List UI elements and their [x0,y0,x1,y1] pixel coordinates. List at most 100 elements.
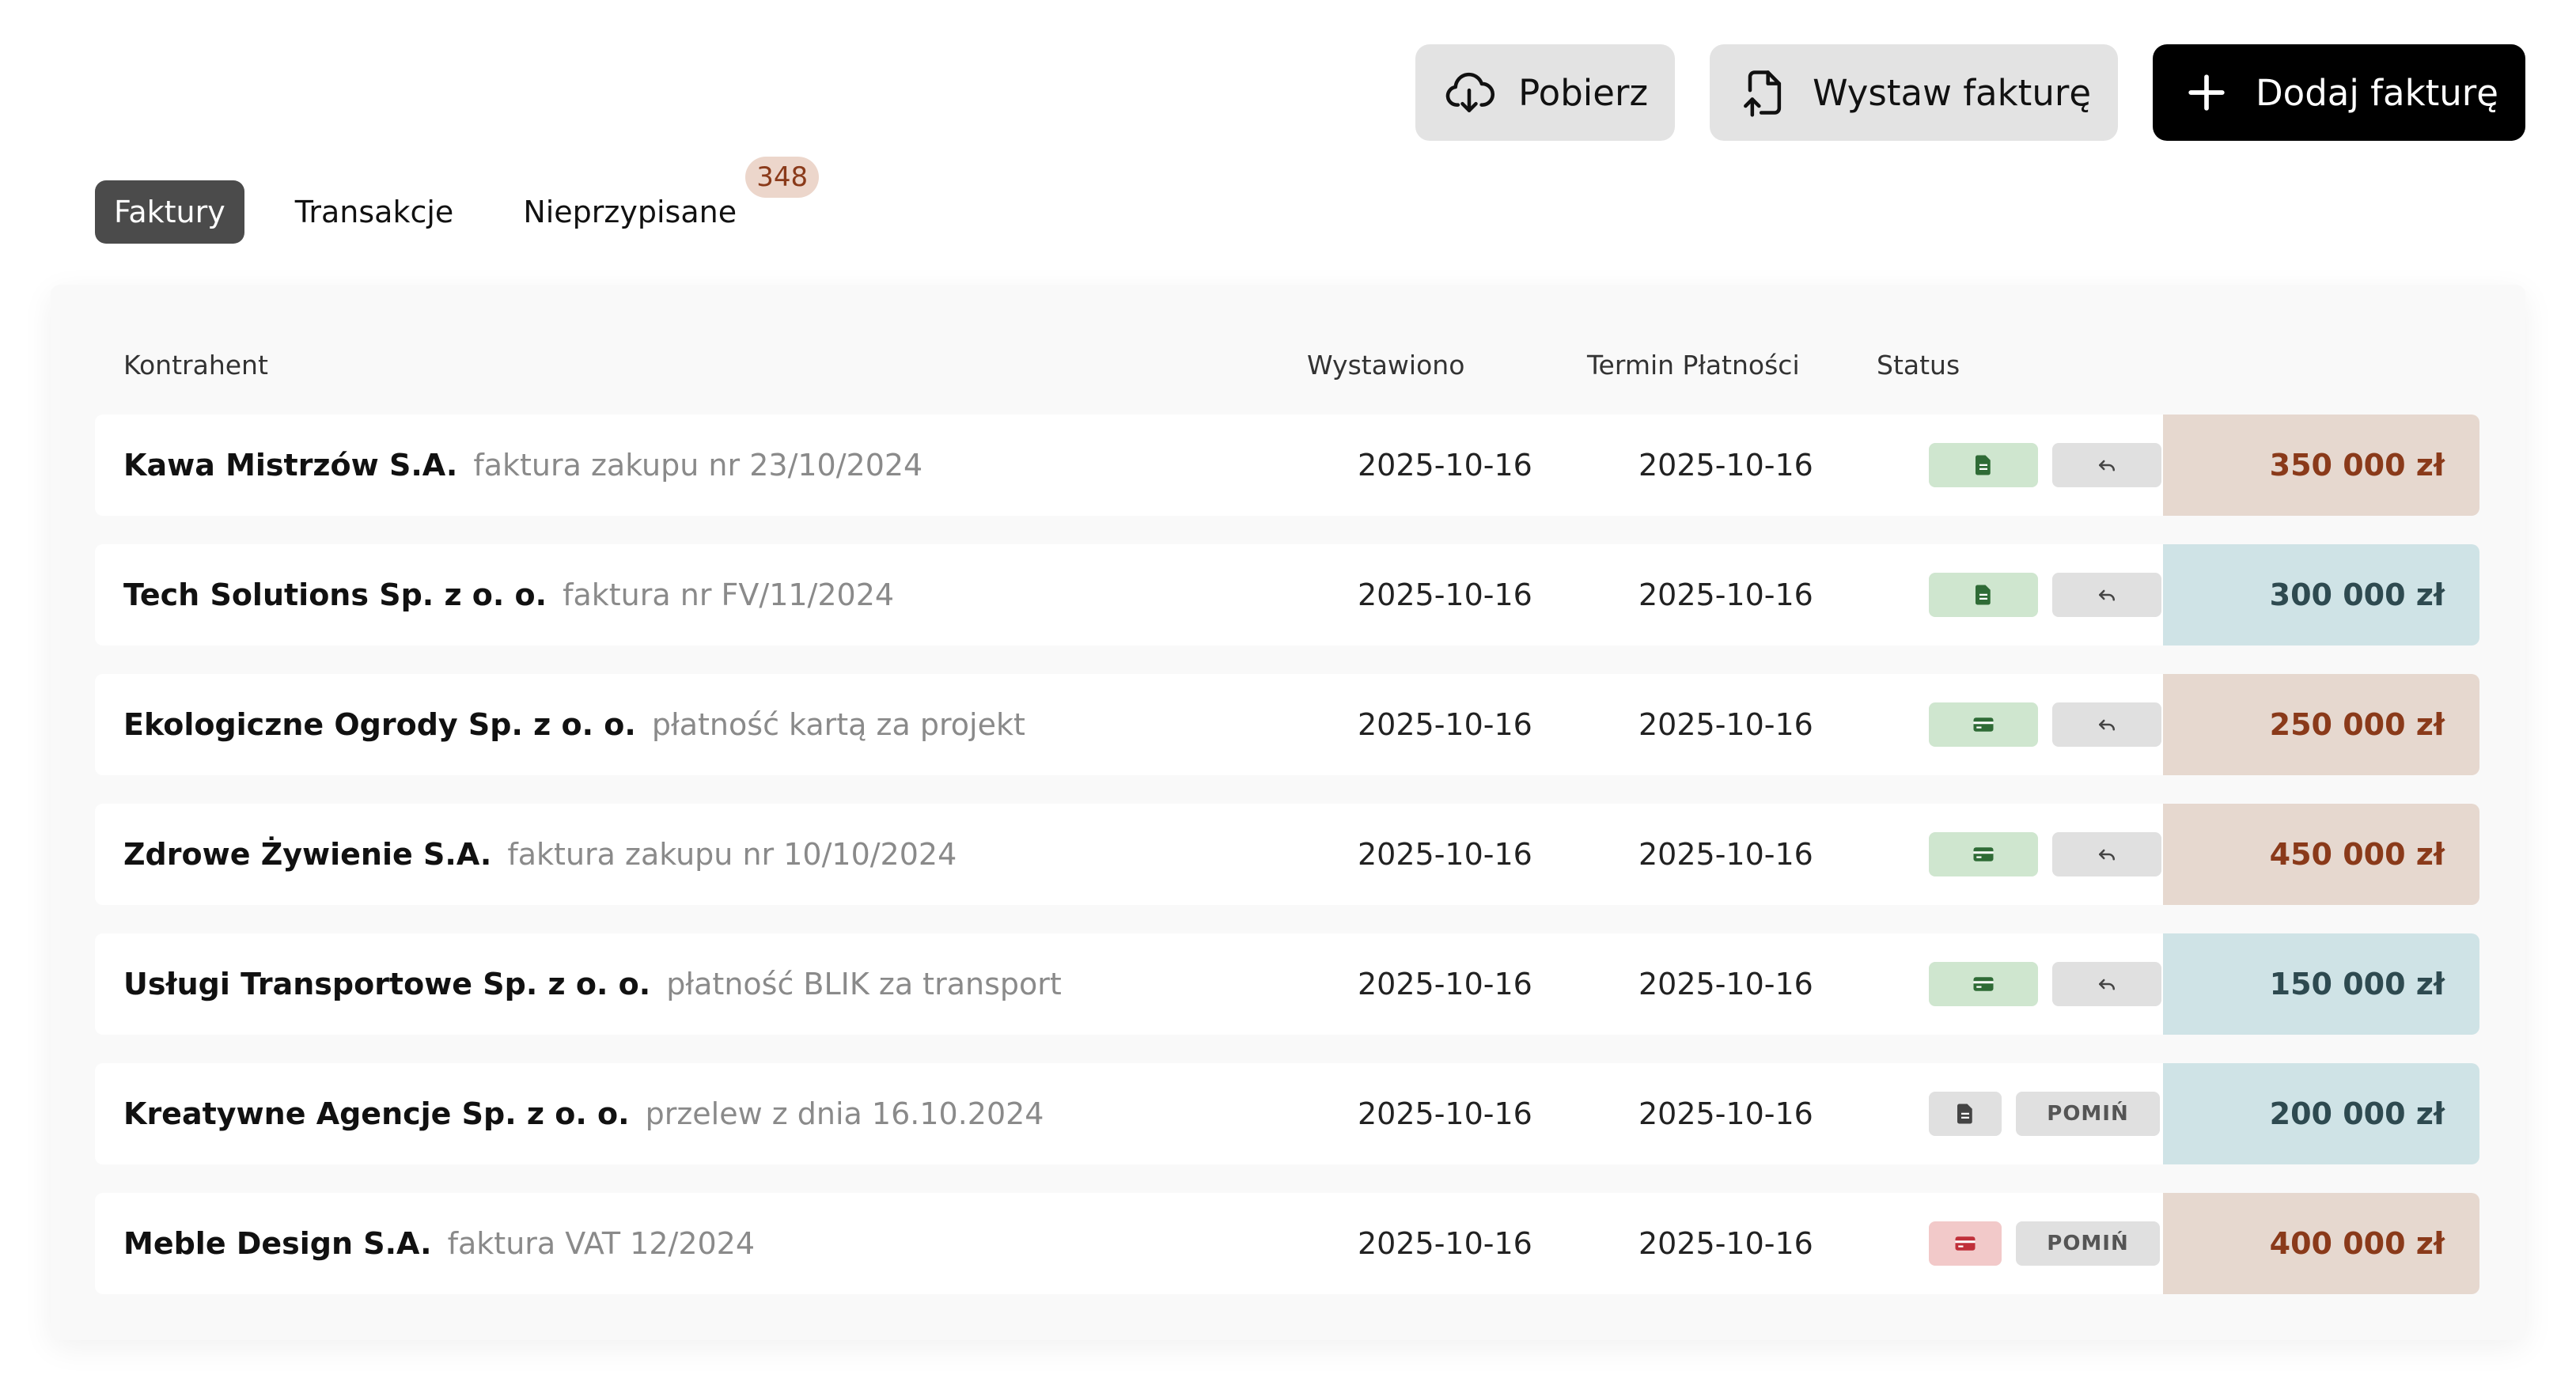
tab-invoices[interactable]: Faktury [95,180,244,244]
header-due: Termin Płatności [1587,350,1800,380]
undo-button[interactable] [2052,962,2161,1006]
undo-icon [2095,583,2119,607]
issued-date: 2025-10-16 [1358,577,1532,612]
document-icon [1953,1102,1977,1126]
amount-cell: 250 000 zł [2163,674,2479,775]
undo-button[interactable] [2052,702,2161,747]
status-badge[interactable] [1929,962,2038,1006]
invoice-description: przelew z dnia 16.10.2024 [645,1096,1044,1131]
status-cell [1929,415,2161,516]
download-label: Pobierz [1518,71,1649,114]
table-row[interactable]: Usługi Transportowe Sp. z o. o. płatność … [95,933,2479,1035]
table-row[interactable]: Ekologiczne Ogrody Sp. z o. o. płatność k… [95,674,2479,775]
due-date: 2025-10-16 [1638,1096,1813,1131]
undo-icon [2095,713,2119,736]
toolbar: Pobierz Wystaw fakturę Dodaj fakturę [1415,44,2525,141]
skip-button[interactable]: POMIŃ [2016,1221,2160,1266]
due-date: 2025-10-16 [1638,448,1813,483]
amount-cell: 200 000 zł [2163,1063,2479,1164]
header-contractor: Kontrahent [123,350,268,380]
undo-button[interactable] [2052,832,2161,876]
status-cell [1929,933,2161,1035]
add-invoice-label: Dodaj fakturę [2256,71,2498,114]
contractor-cell: Tech Solutions Sp. z o. o. faktura nr FV/… [123,544,894,645]
contractor-cell: Zdrowe Żywienie S.A. faktura zakupu nr 10… [123,804,957,905]
contractor-cell: Meble Design S.A. faktura VAT 12/2024 [123,1193,755,1294]
invoice-description: faktura VAT 12/2024 [447,1226,756,1261]
contractor-cell: Kawa Mistrzów S.A. faktura zakupu nr 23/1… [123,415,922,516]
issue-invoice-label: Wystaw fakturę [1813,71,2092,114]
contractor-name: Zdrowe Żywienie S.A. [123,837,492,872]
amount-cell: 150 000 zł [2163,933,2479,1035]
table-row[interactable]: Kawa Mistrzów S.A. faktura zakupu nr 23/1… [95,415,2479,516]
status-badge[interactable] [1929,1221,2002,1266]
due-date: 2025-10-16 [1638,1226,1813,1261]
amount-cell: 300 000 zł [2163,544,2479,645]
skip-button[interactable]: POMIŃ [2016,1092,2160,1136]
amount-cell: 450 000 zł [2163,804,2479,905]
table-row[interactable]: Zdrowe Żywienie S.A. faktura zakupu nr 10… [95,804,2479,905]
amount-cell: 350 000 zł [2163,415,2479,516]
table-header: Kontrahent Wystawiono Termin Płatności S… [51,350,2525,397]
status-cell [1929,674,2161,775]
invoices-page: Pobierz Wystaw fakturę Dodaj fakturę Fak… [0,0,2576,1397]
status-cell [1929,544,2161,645]
undo-icon [2095,972,2119,996]
status-cell: POMIŃ [1929,1193,2160,1294]
tab-bar: Faktury Transakcje Nieprzypisane 348 [95,157,820,244]
undo-icon [2095,842,2119,866]
status-badge[interactable] [1929,443,2038,487]
contractor-name: Kawa Mistrzów S.A. [123,448,458,483]
invoices-table: Kontrahent Wystawiono Termin Płatności S… [51,285,2525,1340]
table-row[interactable]: Tech Solutions Sp. z o. o. faktura nr FV/… [95,544,2479,645]
unassigned-count-badge: 348 [745,157,820,198]
due-date: 2025-10-16 [1638,577,1813,612]
card-icon [1972,842,1995,866]
tab-unassigned[interactable]: Nieprzypisane 348 [504,157,820,244]
issued-date: 2025-10-16 [1358,1096,1532,1131]
issue-invoice-button[interactable]: Wystaw fakturę [1710,44,2119,141]
tab-transactions-label: Transakcje [294,195,454,229]
card-icon [1972,972,1995,996]
issued-date: 2025-10-16 [1358,707,1532,742]
contractor-cell: Ekologiczne Ogrody Sp. z o. o. płatność k… [123,674,1025,775]
add-invoice-button[interactable]: Dodaj fakturę [2153,44,2525,141]
document-icon [1972,583,1995,607]
undo-icon [2095,453,2119,477]
document-icon [1972,453,1995,477]
document-upload-icon [1737,66,1790,119]
due-date: 2025-10-16 [1638,837,1813,872]
header-status: Status [1877,350,1960,380]
due-date: 2025-10-16 [1638,707,1813,742]
undo-button[interactable] [2052,573,2161,617]
plus-icon [2180,66,2233,119]
tab-transactions[interactable]: Transakcje [276,180,473,244]
due-date: 2025-10-16 [1638,967,1813,1001]
status-cell [1929,804,2161,905]
download-button[interactable]: Pobierz [1415,44,1676,141]
table-row[interactable]: Meble Design S.A. faktura VAT 12/2024 2025… [95,1193,2479,1294]
status-badge[interactable] [1929,832,2038,876]
table-row[interactable]: Kreatywne Agencje Sp. z o. o. przelew z d… [95,1063,2479,1164]
invoice-description: faktura zakupu nr 23/10/2024 [473,448,923,483]
invoice-description: płatność BLIK za transport [666,967,1062,1001]
amount-cell: 400 000 zł [2163,1193,2479,1294]
issued-date: 2025-10-16 [1358,448,1532,483]
contractor-cell: Kreatywne Agencje Sp. z o. o. przelew z d… [123,1063,1044,1164]
contractor-name: Tech Solutions Sp. z o. o. [123,577,547,612]
undo-button[interactable] [2052,443,2161,487]
tab-unassigned-label: Nieprzypisane [523,195,737,229]
card-icon [1972,713,1995,736]
issued-date: 2025-10-16 [1358,1226,1532,1261]
status-badge[interactable] [1929,1092,2002,1136]
status-badge[interactable] [1929,702,2038,747]
issued-date: 2025-10-16 [1358,837,1532,872]
tab-invoices-label: Faktury [114,195,225,229]
card-icon [1953,1232,1977,1255]
contractor-name: Meble Design S.A. [123,1226,432,1261]
status-cell: POMIŃ [1929,1063,2160,1164]
contractor-name: Usługi Transportowe Sp. z o. o. [123,967,651,1001]
invoice-description: faktura nr FV/11/2024 [563,577,895,612]
contractor-name: Kreatywne Agencje Sp. z o. o. [123,1096,630,1131]
status-badge[interactable] [1929,573,2038,617]
